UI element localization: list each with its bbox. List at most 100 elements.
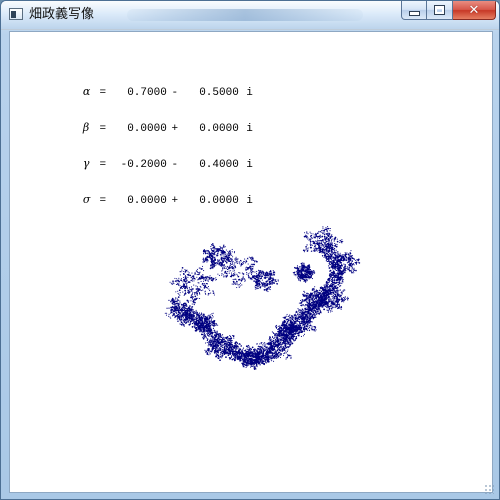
fractal-point xyxy=(289,322,291,324)
fractal-point xyxy=(179,300,181,302)
fractal-point xyxy=(348,254,350,256)
fractal-point xyxy=(309,239,311,241)
fractal-point xyxy=(189,281,191,284)
fractal-point xyxy=(254,288,256,290)
fractal-point xyxy=(326,309,328,311)
fractal-point xyxy=(283,352,286,354)
fractal-point xyxy=(287,356,289,358)
fractal-point xyxy=(242,366,244,368)
fractal-point xyxy=(202,258,204,260)
fractal-point xyxy=(345,255,347,257)
fractal-point xyxy=(265,283,267,285)
fractal-point xyxy=(213,251,215,253)
fractal-point xyxy=(336,303,338,306)
fractal-point xyxy=(265,276,267,278)
fractal-point xyxy=(267,272,269,274)
fractal-point xyxy=(178,284,180,286)
fractal-point xyxy=(260,270,262,272)
fractal-point xyxy=(225,249,227,251)
fractal-point xyxy=(329,308,331,310)
fractal-point xyxy=(339,306,341,308)
canvas-area: α = 0.7000-0.5000 i β = 0.0000 +0.0000 i γ = -0.2… xyxy=(9,31,493,493)
title-bar[interactable]: 畑政義写像 ✕ xyxy=(1,1,499,30)
fractal-point xyxy=(269,336,271,338)
fractal-point xyxy=(190,295,192,297)
fractal-point xyxy=(249,265,251,267)
fractal-point xyxy=(213,351,215,353)
fractal-point xyxy=(329,298,331,300)
fractal-point xyxy=(307,325,309,327)
fractal-point xyxy=(331,306,333,308)
fractal-point xyxy=(202,314,204,316)
fractal-point xyxy=(218,264,220,266)
fractal-point xyxy=(201,315,203,317)
fractal-point xyxy=(313,241,315,243)
fractal-point xyxy=(297,308,299,310)
fractal-point xyxy=(221,252,223,255)
fractal-point xyxy=(342,269,344,271)
fractal-point xyxy=(324,232,326,234)
fractal-point xyxy=(237,342,239,345)
fractal-point xyxy=(261,284,264,286)
fractal-point xyxy=(332,295,334,297)
fractal-point xyxy=(289,327,291,329)
fractal-point xyxy=(282,321,284,323)
fractal-point xyxy=(231,267,234,270)
fractal-point xyxy=(196,290,198,292)
hata-map-fractal xyxy=(164,226,361,371)
fractal-point xyxy=(179,292,181,294)
fractal-point xyxy=(260,345,262,347)
fractal-point xyxy=(251,346,254,349)
fractal-point xyxy=(165,314,168,316)
fractal-point xyxy=(222,249,224,251)
fractal-point xyxy=(332,238,334,240)
close-button[interactable]: ✕ xyxy=(453,1,496,20)
fractal-point xyxy=(313,295,315,297)
fractal-point xyxy=(290,342,292,344)
fractal-point xyxy=(275,278,277,281)
fractal-point xyxy=(184,285,186,287)
fractal-point xyxy=(211,351,213,353)
fractal-point xyxy=(262,270,264,272)
fractal-point xyxy=(224,260,226,262)
fractal-point xyxy=(263,342,265,344)
fractal-point xyxy=(212,316,214,318)
fractal-point xyxy=(347,297,350,300)
fractal-point xyxy=(303,333,306,335)
window-app-icon[interactable] xyxy=(9,8,23,20)
fractal-point xyxy=(220,355,222,357)
minimize-button[interactable] xyxy=(401,1,427,20)
maximize-button[interactable] xyxy=(427,1,453,20)
fractal-point xyxy=(211,264,213,266)
fractal-point xyxy=(256,277,258,279)
fractal-point xyxy=(193,299,195,302)
fractal-point xyxy=(209,267,212,270)
fractal-point xyxy=(205,350,207,352)
fractal-point xyxy=(307,294,309,296)
fractal-point xyxy=(229,256,231,258)
fractal-point xyxy=(234,251,236,253)
fractal-point xyxy=(230,272,233,274)
fractal-point xyxy=(304,328,307,330)
fractal-point xyxy=(291,315,293,318)
fractal-point xyxy=(235,257,237,259)
fractal-point xyxy=(286,324,288,327)
fractal-point xyxy=(307,233,309,235)
fractal-point xyxy=(170,317,172,319)
parameter-imaginary: 0.5000 xyxy=(199,87,239,99)
fractal-point xyxy=(210,257,212,259)
fractal-point xyxy=(236,274,238,276)
fractal-point xyxy=(345,258,347,260)
fractal-point xyxy=(182,291,184,293)
fractal-point xyxy=(249,366,252,368)
fractal-point xyxy=(316,235,319,237)
fractal-point xyxy=(301,301,303,303)
fractal-point xyxy=(314,327,316,329)
fractal-point xyxy=(246,348,248,350)
fractal-point xyxy=(172,303,175,305)
fractal-point xyxy=(322,227,324,229)
fractal-point xyxy=(269,354,271,356)
fractal-point xyxy=(330,309,332,311)
fractal-point xyxy=(208,276,210,278)
fractal-point xyxy=(355,261,358,263)
